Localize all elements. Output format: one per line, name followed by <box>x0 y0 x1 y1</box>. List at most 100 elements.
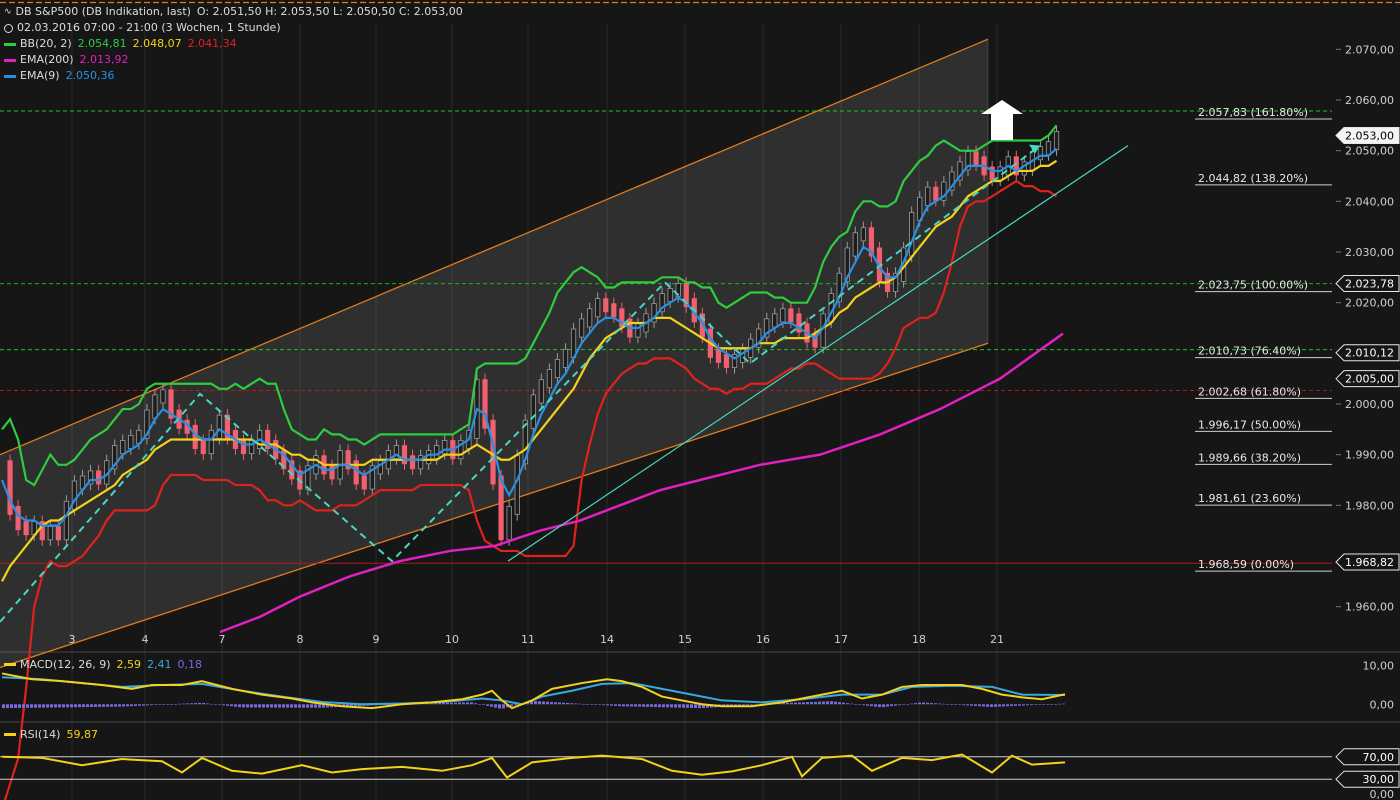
macd-bar <box>462 702 465 705</box>
candle-body <box>47 526 53 541</box>
macd-bar <box>174 703 177 705</box>
macd-bar <box>806 702 809 705</box>
macd-bar <box>486 704 489 706</box>
x-tick-label: 18 <box>912 633 926 646</box>
legend-ema9-row[interactable]: EMA(9) 2.050,36 <box>4 68 463 84</box>
macd-bar <box>566 702 569 705</box>
x-tick-label: 16 <box>756 633 770 646</box>
candle-body <box>973 151 979 166</box>
macd-bar <box>930 703 933 705</box>
macd-bar <box>574 703 577 705</box>
macd-bar <box>690 704 693 708</box>
macd-bar <box>226 704 229 706</box>
macd-bar <box>78 704 81 708</box>
macd-bar <box>230 704 233 707</box>
macd-bar <box>1022 704 1025 706</box>
macd-bar <box>458 702 461 705</box>
macd-bar <box>822 701 825 705</box>
legend-ema200-row[interactable]: EMA(200) 2.013,92 <box>4 52 463 68</box>
macd-bar <box>814 701 817 705</box>
rsi-zero-label: 0,00 <box>1370 788 1395 800</box>
candle-body <box>538 379 544 404</box>
macd-bar <box>686 704 689 708</box>
rsi-legend[interactable]: RSI(14) 59,87 <box>4 728 98 741</box>
macd-bar <box>1006 704 1009 707</box>
macd-legend[interactable]: MACD(12, 26, 9) 2,59 2,41 0,18 <box>4 658 202 671</box>
rsi-label: RSI(14) <box>20 728 61 741</box>
bb-upper-value: 2.054,81 <box>77 37 127 50</box>
macd-bar <box>314 704 317 708</box>
macd-bar <box>914 703 917 705</box>
fib-label: 2.002,68 (61.80%) <box>1198 385 1301 398</box>
x-tick-label: 21 <box>990 633 1004 646</box>
macd-bar <box>70 704 73 708</box>
macd-bar <box>130 704 133 707</box>
macd-bar <box>266 704 269 708</box>
candle-body <box>772 313 778 328</box>
macd-bar <box>938 703 941 705</box>
macd-bar <box>838 702 841 705</box>
candle-body <box>192 424 198 449</box>
macd-bar <box>1026 704 1029 706</box>
macd-bar <box>922 702 925 705</box>
x-tick-label: 10 <box>445 633 459 646</box>
macd-bar <box>206 703 209 705</box>
macd-bar <box>10 704 13 709</box>
macd-bar <box>98 704 101 707</box>
macd-bar <box>962 704 965 706</box>
x-tick-label: 9 <box>373 633 380 646</box>
macd-bar <box>558 702 561 705</box>
ema200-value: 2.013,92 <box>79 53 129 66</box>
macd-bar <box>1058 703 1061 705</box>
candle-body <box>852 232 858 257</box>
macd-bar <box>58 704 61 708</box>
macd-bar <box>290 704 293 708</box>
macd-bar <box>846 703 849 705</box>
macd-bar <box>978 704 981 707</box>
macd-bar <box>934 703 937 705</box>
macd-bar <box>990 704 993 707</box>
macd-bar <box>154 704 157 705</box>
macd-bar <box>214 704 217 705</box>
candle-body <box>723 353 730 368</box>
macd-bar <box>554 702 557 705</box>
macd-bar <box>46 704 49 708</box>
candle-body <box>208 429 214 455</box>
macd-bar <box>514 704 517 706</box>
macd-bar <box>1046 704 1049 705</box>
macd-bar <box>166 704 169 705</box>
macd-bar <box>602 704 605 706</box>
macd-bar <box>606 704 609 706</box>
legend-bb-row[interactable]: BB(20, 2) 2.054,81 2.048,07 2.041,34 <box>4 36 463 52</box>
macd-bar <box>650 704 653 707</box>
fib-label: 2.010,73 (76.40%) <box>1198 345 1301 358</box>
macd-bar <box>106 704 109 707</box>
macd-bar <box>942 703 945 705</box>
legend-time-row: 02.03.2016 07:00 - 21:00 (3 Wochen, 1 St… <box>4 20 463 36</box>
candle-body <box>933 186 939 201</box>
price-tag-label: 1.968,82 <box>1345 556 1394 569</box>
macd-bar <box>122 704 125 707</box>
macd-bar <box>194 703 197 705</box>
y-tick-label: 1.960,00 <box>1345 601 1394 614</box>
fib-label: 1.989,66 (38.20%) <box>1198 451 1301 464</box>
instrument-title: DB S&P500 (DB Indikation, last) <box>15 5 191 18</box>
macd-bar <box>810 701 813 705</box>
macd-bar <box>818 701 821 705</box>
price-tag-label: 2.053,00 <box>1345 129 1394 142</box>
y-tick-label: 2.030,00 <box>1345 246 1394 259</box>
y-tick-label: 2.060,00 <box>1345 94 1394 107</box>
macd-bar <box>1030 704 1033 706</box>
rsi-level-label: 70,00 <box>1363 751 1395 764</box>
macd-bar <box>842 702 845 705</box>
macd-bar <box>666 704 669 708</box>
macd-bar <box>898 704 901 706</box>
macd-bar <box>478 704 481 705</box>
price-chart[interactable]: 3478910111415161718212.070,002.060,002.0… <box>0 0 1400 800</box>
macd-bar <box>66 704 69 708</box>
candle-body <box>860 227 866 242</box>
macd-bar <box>54 704 57 708</box>
macd-label: MACD(12, 26, 9) <box>20 658 111 671</box>
candle-body <box>160 389 166 404</box>
macd-bar <box>682 704 685 708</box>
